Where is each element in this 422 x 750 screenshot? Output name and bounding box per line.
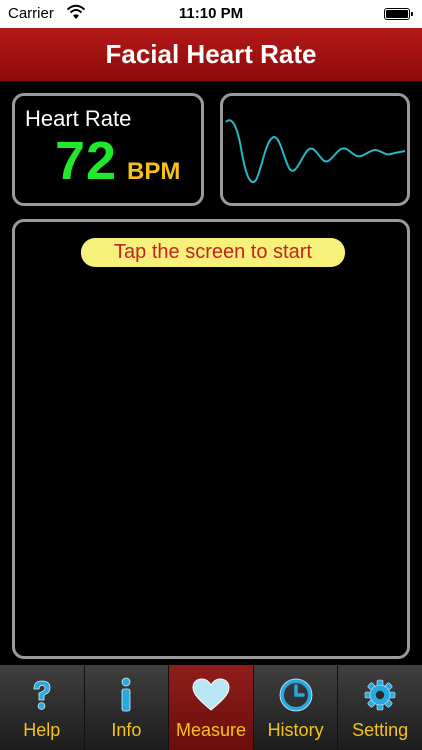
- tab-setting[interactable]: Setting: [338, 665, 422, 750]
- waveform-line: [225, 119, 406, 183]
- waveform-graph: [225, 119, 406, 183]
- tab-measure[interactable]: Measure: [169, 665, 254, 750]
- main-content: Heart Rate 72 BPM Tap the screen to star…: [0, 81, 422, 665]
- heart-rate-panel: Heart Rate 72 BPM: [12, 93, 204, 206]
- start-prompt[interactable]: Tap the screen to start: [81, 238, 345, 267]
- heart-rate-value: 72: [55, 131, 118, 191]
- gear-icon: [364, 679, 396, 711]
- clock: 11:10 PM: [178, 5, 244, 22]
- tab-bar: Help Info Measure History Setting: [0, 665, 422, 750]
- heart-rate-label: Heart Rate: [25, 106, 132, 131]
- clock-icon: [279, 678, 312, 712]
- info-icon: [121, 677, 131, 712]
- tab-setting-label: Setting: [352, 720, 409, 740]
- tab-info-label: Info: [111, 720, 142, 740]
- tab-help-label: Help: [23, 720, 61, 740]
- tab-measure-label: Measure: [175, 720, 246, 740]
- tab-info[interactable]: Info: [85, 665, 170, 750]
- waveform-panel: [220, 93, 410, 206]
- question-icon: [33, 680, 51, 710]
- bpm-unit: BPM: [127, 158, 181, 185]
- heart-icon: [192, 678, 230, 711]
- status-bar: Carrier 11:10 PM: [0, 0, 422, 28]
- tab-help[interactable]: Help: [0, 665, 85, 750]
- camera-view[interactable]: Tap the screen to start: [12, 219, 410, 659]
- tab-history-label: History: [267, 720, 324, 740]
- battery-icon: [384, 8, 413, 20]
- tab-history[interactable]: History: [254, 665, 339, 750]
- app-title: Facial Heart Rate: [0, 28, 422, 81]
